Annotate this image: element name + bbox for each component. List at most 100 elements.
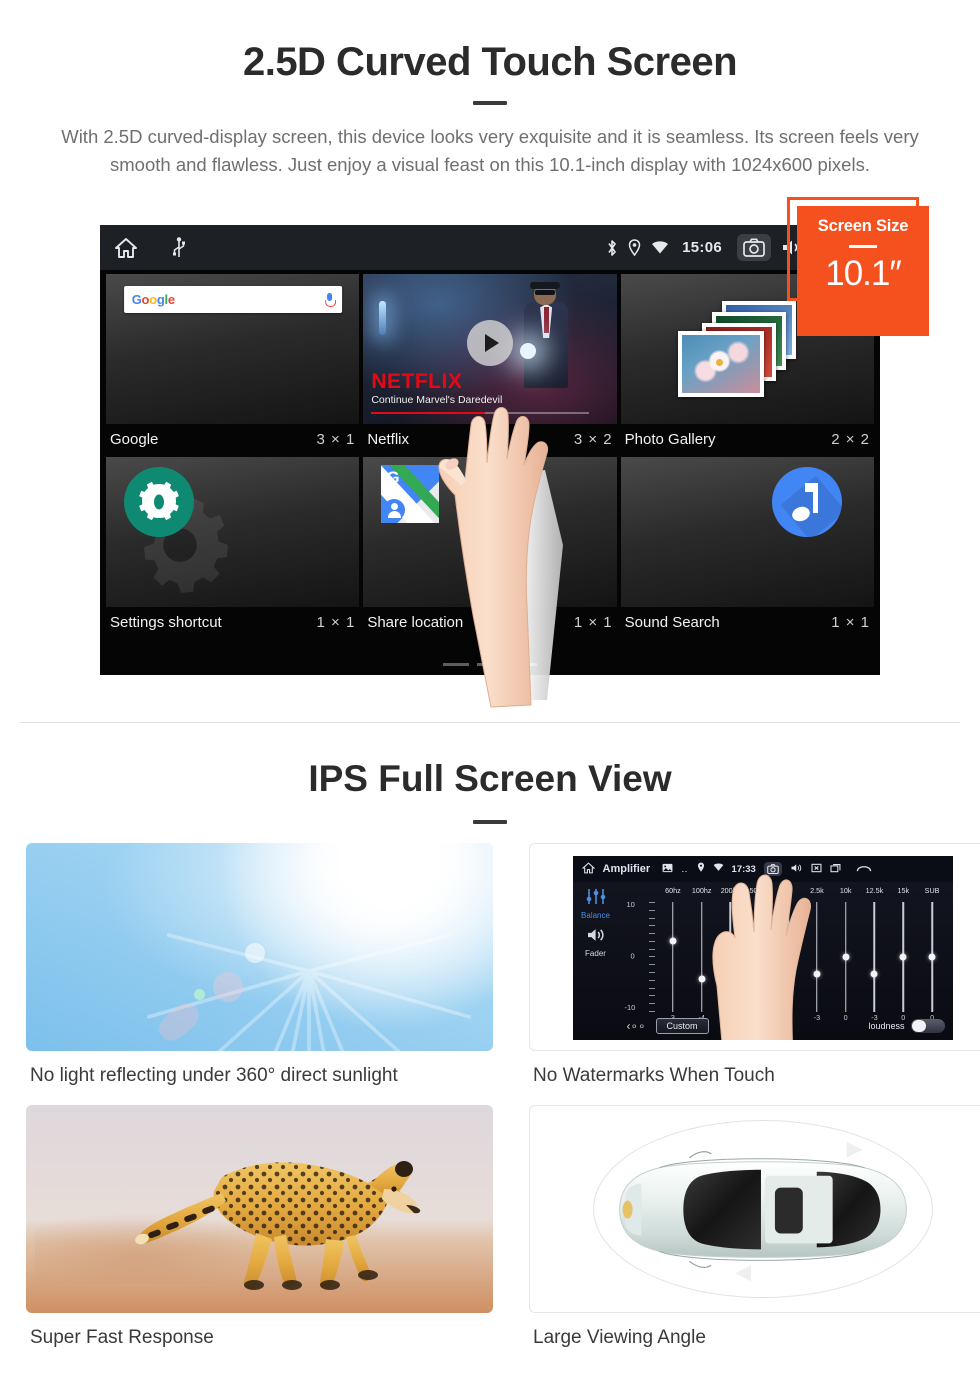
google-search-widget[interactable]: Google [106, 274, 360, 424]
scale-top: 10 [626, 900, 635, 909]
sunlight-image [26, 843, 493, 1051]
page-dot[interactable] [443, 663, 469, 666]
feature-card-row-1: No light reflecting under 360° direct su… [26, 843, 980, 1087]
play-button[interactable] [466, 320, 513, 366]
widget-row-1: Google Google 3 × 1 NETFLIX Continue Mar… [106, 274, 874, 457]
music-note-icon [771, 467, 842, 537]
page-dot[interactable] [477, 663, 503, 666]
more-dots-icon[interactable]: ‥ [681, 864, 688, 875]
usb-icon[interactable] [172, 236, 186, 259]
home-icon[interactable] [114, 237, 138, 259]
scale-mid: 0 [630, 951, 635, 961]
sidebar-label-balance: Balance [581, 911, 610, 920]
settings-gear-widget[interactable] [106, 457, 360, 607]
card-caption-watermarks: No Watermarks When Touch [533, 1065, 775, 1086]
car-illustration-card [529, 1105, 980, 1313]
badge-value: 10.1″ [825, 254, 902, 293]
gain-scale: 10 0 -10 [625, 900, 655, 1012]
google-search-bar[interactable]: Google [123, 286, 342, 313]
page-dot-active[interactable] [511, 663, 537, 666]
widget-size: 3 × 2 [573, 431, 613, 448]
widget-card-sound-search[interactable]: Sound Search 1 × 1 [620, 457, 874, 640]
settings-gear-icon [124, 467, 194, 537]
cheetah-image [26, 1105, 493, 1313]
feature-card-grid: No light reflecting under 360° direct su… [26, 843, 980, 1349]
scale-bottom: -10 [624, 1003, 636, 1012]
amplifier-sidebar: Balance Fader [573, 882, 619, 1040]
google-maps-widget[interactable]: G [363, 457, 617, 607]
ips-title-underline-rule [473, 820, 507, 824]
sidebar-item-fader[interactable]: Fader [573, 927, 619, 958]
home-icon[interactable] [581, 861, 595, 877]
back-arrow-icon[interactable] [856, 862, 872, 876]
netflix-wordmark: NETFLIX [371, 370, 463, 393]
eq-slider[interactable] [659, 902, 688, 1012]
car-top-view [530, 1106, 980, 1312]
speaker-icon [587, 929, 604, 941]
title-underline-rule [473, 101, 507, 105]
wifi-icon [651, 240, 669, 255]
widget-label-settings-shortcut: Settings shortcut 1 × 1 [106, 607, 359, 640]
character-figure [516, 282, 576, 388]
widget-label-sound-search: Sound Search 1 × 1 [621, 607, 874, 640]
eq-slider[interactable] [831, 902, 860, 1012]
street-light-glow [378, 301, 386, 335]
eq-slider[interactable] [889, 902, 918, 1012]
running-cheetah-illustration [135, 1161, 421, 1290]
screen-size-badge: Screen Size 10.1″ [797, 206, 929, 336]
amplifier-screenshot-card: Amplifier ‥ 17:33 Balance Fader 60hz 100… [529, 843, 980, 1051]
widget-label-google: Google 3 × 1 [106, 424, 359, 457]
widget-name: Photo Gallery [624, 431, 716, 448]
camera-icon[interactable] [737, 234, 771, 261]
band-label: 10k [839, 886, 852, 895]
widget-label-netflix: Netflix 3 × 2 [363, 424, 616, 457]
card-caption-fast-response: Super Fast Response [30, 1327, 214, 1348]
widget-name: Settings shortcut [110, 614, 222, 631]
widget-card-netflix[interactable]: NETFLIX Continue Marvel's Daredevil Netf… [363, 274, 617, 457]
scale-ticks [648, 902, 655, 1012]
feature-card-fast-response: Super Fast Response [26, 1105, 493, 1349]
band-label: 60hz [665, 886, 681, 895]
eq-slider[interactable] [860, 902, 889, 1012]
widget-card-google[interactable]: Google Google 3 × 1 [106, 274, 360, 457]
widget-size: 3 × 1 [316, 431, 356, 448]
google-logo: Google [131, 292, 175, 307]
sound-search-widget[interactable] [620, 457, 874, 607]
widget-picker: Google Google 3 × 1 NETFLIX Continue Mar… [100, 270, 880, 675]
band-label: SUB [924, 886, 940, 895]
section-title-curved-screen: 2.5D Curved Touch Screen [242, 40, 738, 84]
recents-icon[interactable] [830, 863, 842, 876]
page-indicator[interactable] [443, 663, 537, 666]
widget-size: 1 × 1 [831, 614, 870, 631]
loudness-control[interactable]: loudness [868, 1019, 945, 1033]
feature-card-watermarks: Amplifier ‥ 17:33 Balance Fader 60hz 100… [529, 843, 980, 1087]
bluetooth-icon [606, 239, 618, 257]
widget-card-share-location[interactable]: G Share location 1 × 1 [363, 457, 617, 640]
loudness-label: loudness [868, 1021, 905, 1031]
section-title-ips: IPS Full Screen View [308, 758, 672, 799]
flashlight-glow [519, 343, 536, 359]
eq-slider[interactable] [918, 902, 947, 1012]
picture-icon[interactable] [662, 863, 673, 876]
netflix-progress-bar [371, 411, 590, 414]
loudness-toggle[interactable] [910, 1019, 945, 1033]
band-label: 15k [897, 886, 910, 895]
card-caption-sunlight: No light reflecting under 360° direct su… [30, 1065, 398, 1086]
previous-preset-icon[interactable]: ‹∘∘ [627, 1019, 646, 1033]
widget-row-2: Settings shortcut 1 × 1 G Share location… [106, 457, 874, 640]
section-divider [20, 722, 960, 723]
microphone-icon[interactable] [324, 293, 336, 307]
sliders-icon [586, 889, 605, 904]
widget-label-share-location: Share location 1 × 1 [363, 607, 616, 640]
sidebar-item-balance[interactable]: Balance [573, 888, 619, 920]
device-screenshot: 15:06 Google Google 3 × 1 NETFLIX Contin… [100, 225, 880, 675]
feature-card-sunlight: No light reflecting under 360° direct su… [26, 843, 493, 1087]
feature-card-row-2: Super Fast Response Large Viewing Angle [26, 1105, 980, 1349]
widget-card-settings-shortcut[interactable]: Settings shortcut 1 × 1 [106, 457, 360, 640]
netflix-widget[interactable]: NETFLIX Continue Marvel's Daredevil [363, 274, 617, 424]
card-caption-viewing-angle: Large Viewing Angle [533, 1327, 706, 1348]
widget-size: 1 × 1 [573, 614, 613, 631]
product-detail-page: 2.5D Curved Touch Screen With 2.5D curve… [0, 0, 980, 1394]
car-illustration [619, 1141, 907, 1282]
widget-size: 1 × 1 [316, 614, 356, 631]
